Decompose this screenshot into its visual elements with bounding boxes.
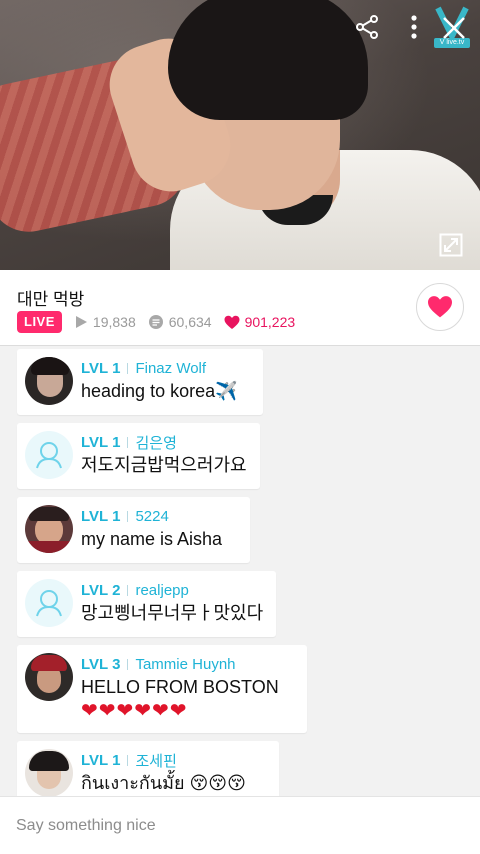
chat-input[interactable]	[0, 797, 480, 854]
user-level: LVL 2	[81, 581, 121, 599]
avatar[interactable]	[25, 579, 73, 627]
like-button[interactable]	[416, 283, 464, 331]
chat-message-text: กินเงาะกันมั้ย 😚😚😚	[81, 773, 246, 793]
heart-icon	[428, 296, 452, 318]
avatar[interactable]	[25, 653, 73, 701]
chat-message: LVL 1 Finaz Wolf heading to korea✈️	[17, 349, 263, 415]
broadcast-stats: LIVE 19,838 60,634 901,223	[17, 311, 295, 333]
chat-message-body: LVL 2 realjepp 망고삥너무너무ㅏ맛있다	[81, 579, 263, 625]
more-vertical-icon	[411, 15, 417, 39]
user-level: LVL 1	[81, 359, 121, 377]
like-count: 901,223	[224, 314, 296, 330]
chat-message: LVL 1 5224 my name is Aisha	[17, 497, 250, 563]
fullscreen-button[interactable]	[438, 232, 464, 258]
header-divider	[127, 510, 129, 522]
like-count-value: 901,223	[244, 314, 296, 330]
chat-message: LVL 2 realjepp 망고삥너무너무ㅏ맛있다	[17, 571, 276, 637]
avatar[interactable]	[25, 431, 73, 479]
chat-message-header: LVL 1 5224	[81, 505, 222, 527]
comment-count-value: 60,634	[168, 314, 212, 330]
chat-message-body: LVL 1 김은영 저도지금밥먹으러가요	[81, 431, 247, 477]
chat-message-text: 저도지금밥먹으러가요	[81, 455, 247, 475]
chat-message-text: heading to korea✈️	[81, 381, 238, 401]
user-level: LVL 1	[81, 751, 121, 769]
view-count: 19,838	[74, 314, 136, 330]
broadcast-title: 대만 먹방	[17, 290, 85, 309]
header-divider	[127, 658, 129, 670]
avatar[interactable]	[25, 749, 73, 796]
chat-list[interactable]: LVL 1 Finaz Wolf heading to korea✈️ LVL …	[0, 346, 480, 796]
live-video-player[interactable]: V live.tv	[0, 0, 480, 270]
chat-message-body: LVL 3 Tammie Huynh HELLO FROM BOSTON ❤❤❤…	[81, 653, 279, 723]
chat-message-header: LVL 2 realjepp	[81, 579, 263, 601]
username[interactable]: 조세핀	[135, 750, 176, 771]
username[interactable]: Tammie Huynh	[135, 656, 235, 673]
chat-message-text: my name is Aisha	[81, 529, 223, 549]
chat-message-text: 망고삥너무너무ㅏ맛있다	[81, 603, 264, 623]
user-level: LVL 1	[81, 433, 121, 451]
chat-message-header: LVL 1 김은영	[81, 431, 247, 453]
expand-icon	[439, 233, 463, 257]
default-avatar-icon	[36, 442, 62, 469]
chat-message-body: LVL 1 Finaz Wolf heading to korea✈️	[81, 357, 238, 403]
username[interactable]: realjepp	[135, 582, 188, 599]
chat-composer	[0, 796, 480, 854]
broadcast-info: 대만 먹방 LIVE 19,838 60,634 901,223	[0, 270, 480, 346]
chat-message-body: LVL 1 5224 my name is Aisha	[81, 505, 222, 551]
user-level: LVL 1	[81, 507, 121, 525]
header-divider	[127, 584, 129, 596]
chat-message-header: LVL 1 Finaz Wolf	[81, 357, 238, 379]
comment-count: 60,634	[148, 314, 212, 330]
chat-message-hearts: ❤❤❤❤❤❤	[81, 700, 188, 722]
avatar[interactable]	[25, 357, 73, 405]
view-count-value: 19,838	[92, 314, 136, 330]
chat-message: LVL 1 김은영 저도지금밥먹으러가요	[17, 423, 260, 489]
header-divider	[127, 362, 129, 374]
default-avatar-icon	[36, 590, 62, 617]
close-button[interactable]	[436, 10, 472, 46]
user-level: LVL 3	[81, 655, 121, 673]
chat-message-header: LVL 1 조세핀	[81, 749, 246, 771]
username[interactable]: Finaz Wolf	[135, 360, 206, 377]
share-icon	[356, 15, 378, 39]
username[interactable]: 김은영	[135, 432, 176, 453]
chat-message-body: LVL 1 조세핀 กินเงาะกันมั้ย 😚😚😚	[81, 749, 246, 795]
more-button[interactable]	[404, 12, 424, 42]
username[interactable]: 5224	[135, 508, 168, 525]
header-divider	[127, 754, 129, 766]
live-badge: LIVE	[17, 311, 62, 333]
chat-message: LVL 3 Tammie Huynh HELLO FROM BOSTON ❤❤❤…	[17, 645, 307, 733]
chat-message-header: LVL 3 Tammie Huynh	[81, 653, 279, 675]
close-icon	[443, 17, 465, 39]
share-button[interactable]	[352, 12, 382, 42]
chat-message: LVL 1 조세핀 กินเงาะกันมั้ย 😚😚😚	[17, 741, 279, 796]
play-icon	[75, 316, 87, 328]
header-divider	[127, 436, 129, 448]
heart-icon	[224, 315, 240, 329]
chat-message-text: HELLO FROM BOSTON	[81, 677, 279, 697]
comment-bubble-icon	[148, 315, 163, 329]
avatar[interactable]	[25, 505, 73, 553]
video-hair	[168, 0, 368, 120]
